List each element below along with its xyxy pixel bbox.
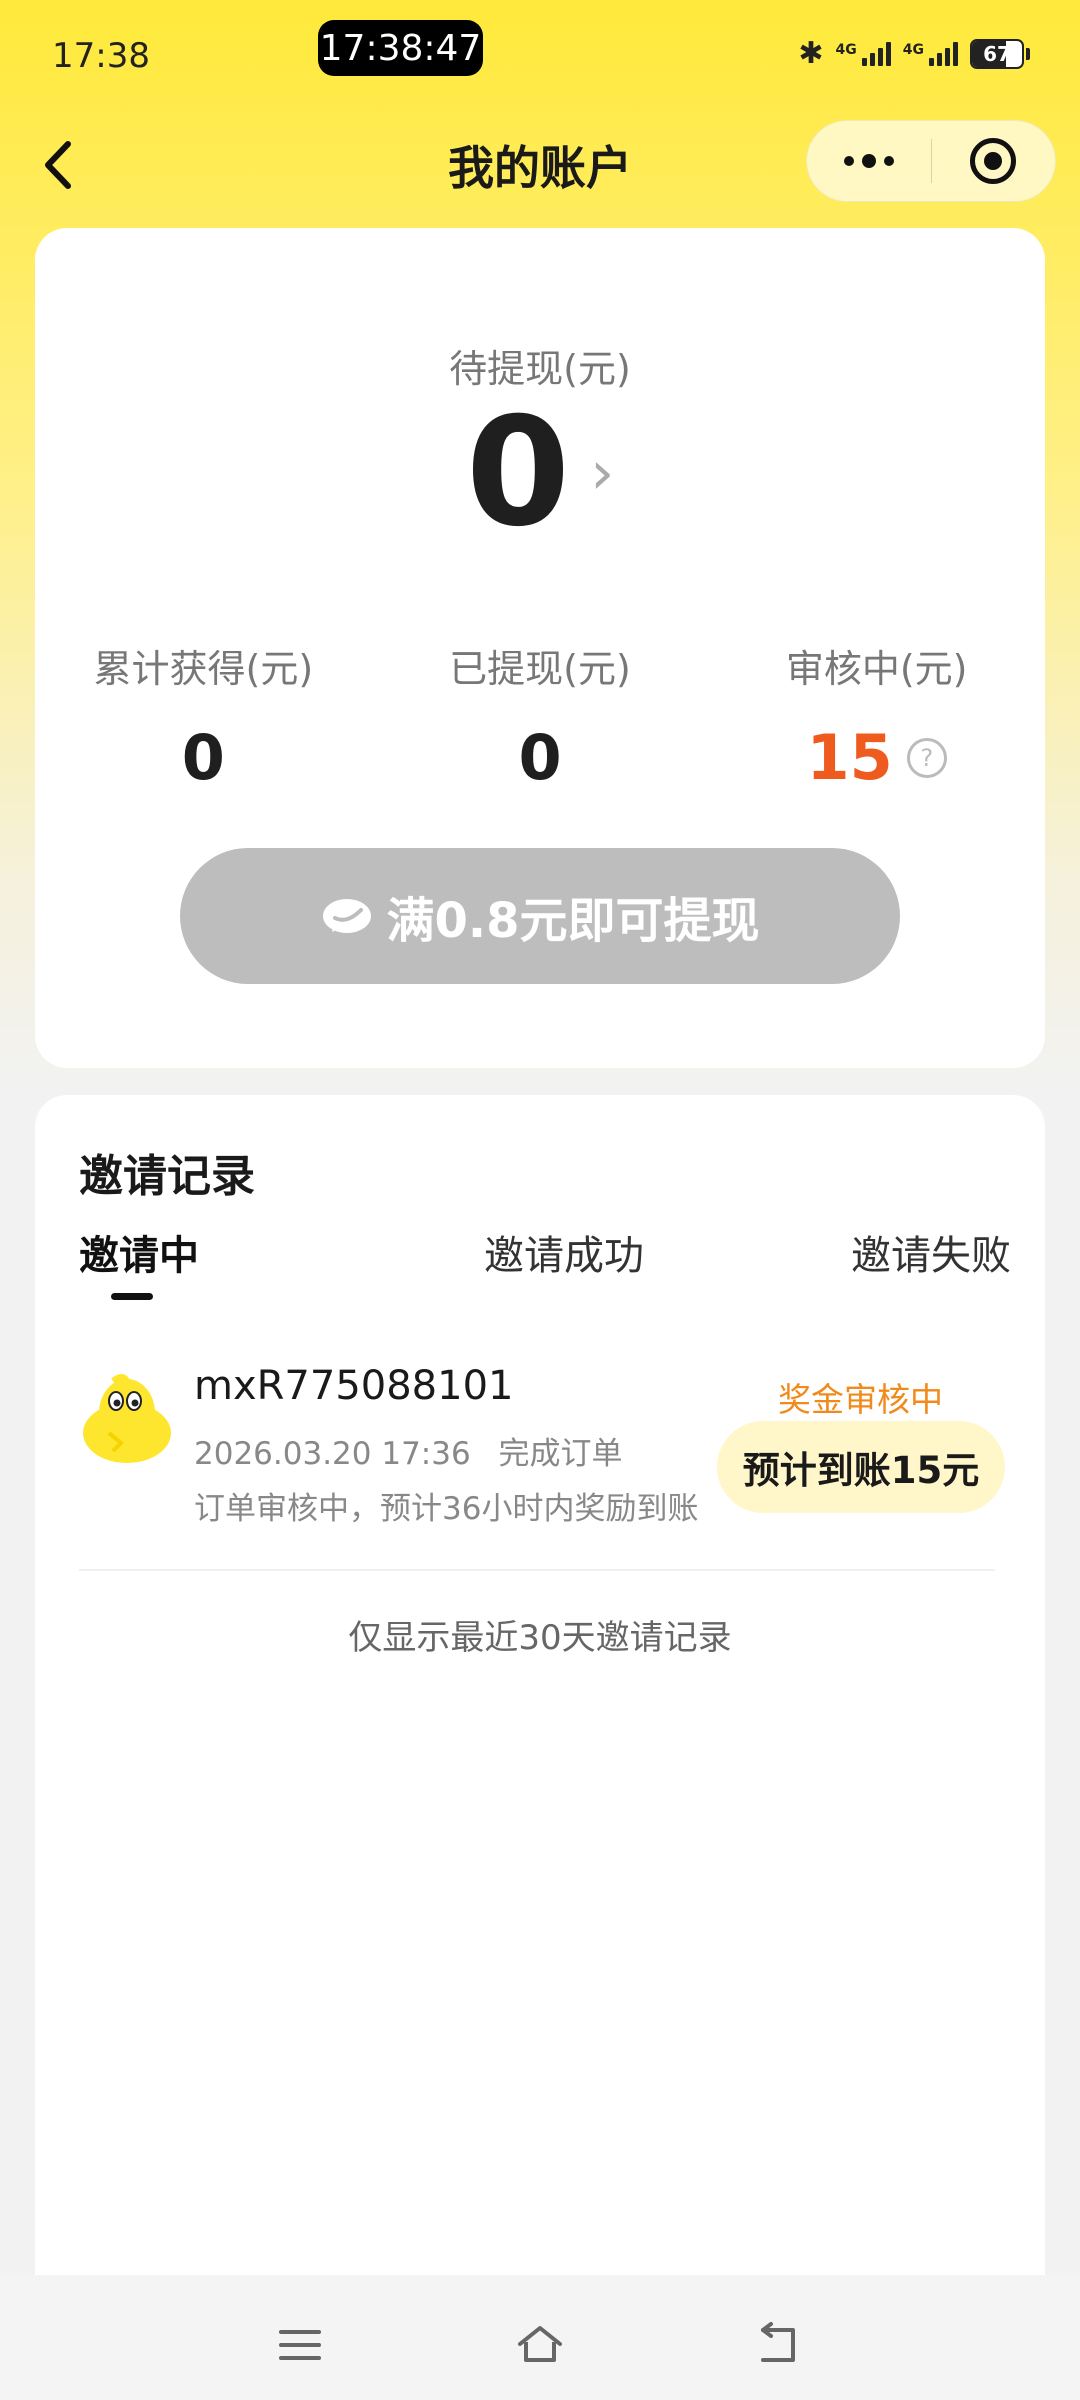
network-type-label-2: 4G bbox=[902, 41, 924, 58]
menu-icon[interactable] bbox=[275, 2320, 325, 2370]
stat-withdrawn: 已提现(元) 0 bbox=[372, 638, 709, 794]
record-action: 完成订单 bbox=[498, 1436, 623, 1472]
stat-label: 累计获得(元) bbox=[93, 647, 314, 691]
divider bbox=[79, 1569, 995, 1571]
signal-icon: 4G bbox=[835, 41, 891, 66]
tab-invite-failed[interactable]: 邀请失败 bbox=[851, 1223, 1011, 1281]
tab-invite-success[interactable]: 邀请成功 bbox=[484, 1223, 644, 1281]
pending-label: 待提现(元) bbox=[449, 347, 631, 391]
signal-icon-2: 4G bbox=[902, 41, 958, 66]
back-arrow-icon[interactable] bbox=[755, 2320, 805, 2370]
record-meta: 2026.03.20 17:36 完成订单 bbox=[194, 1428, 623, 1473]
stat-total-earned: 累计获得(元) 0 bbox=[35, 638, 372, 794]
close-button[interactable] bbox=[932, 120, 1055, 202]
invite-tabs: 邀请中 邀请成功 邀请失败 bbox=[79, 1223, 1011, 1303]
stats-row: 累计获得(元) 0 已提现(元) 0 审核中(元) 15 ? bbox=[35, 638, 1045, 794]
network-type-label: 4G bbox=[835, 41, 857, 58]
more-dot-center bbox=[862, 154, 876, 168]
stat-under-review: 审核中(元) 15 ? bbox=[708, 638, 1045, 794]
invite-records-card: 邀请记录 邀请中 邀请成功 邀请失败 mxR775088101 2026.03.… bbox=[35, 1095, 1045, 2275]
home-icon[interactable] bbox=[515, 2320, 565, 2370]
battery-icon: 67 bbox=[970, 38, 1024, 69]
stat-label: 已提现(元) bbox=[449, 647, 631, 691]
expected-reward-badge: 预计到账15元 bbox=[717, 1421, 1005, 1513]
pending-amount-link[interactable]: 0 › bbox=[35, 398, 1045, 548]
footer-note: 仅显示最近30天邀请记录 bbox=[348, 1618, 732, 1658]
status-clock-pill: 17:38:47 bbox=[318, 20, 483, 76]
withdraw-button-label: 满0.8元即可提现 bbox=[386, 893, 760, 949]
record-note: 订单审核中，预计36小时内奖励到账 bbox=[194, 1491, 699, 1527]
withdraw-button[interactable]: 满0.8元即可提现 bbox=[180, 848, 900, 984]
avatar bbox=[83, 1374, 171, 1463]
system-navigation-bar bbox=[0, 2275, 1080, 2400]
more-dots-icon bbox=[844, 156, 854, 166]
list-item[interactable]: mxR775088101 2026.03.20 17:36 完成订单 订单审核中… bbox=[79, 1353, 1005, 1553]
pending-value: 0 bbox=[465, 386, 571, 560]
stat-value: 15 bbox=[806, 721, 893, 794]
status-indicators: ✱ 4G 4G 67 bbox=[798, 36, 1030, 71]
stat-value-wrap: 15 ? bbox=[807, 721, 947, 794]
chevron-right-icon: › bbox=[590, 438, 615, 508]
stat-label: 审核中(元) bbox=[785, 647, 968, 691]
stat-value: 0 bbox=[518, 721, 562, 794]
more-dot-right bbox=[884, 156, 894, 166]
tab-indicator bbox=[111, 1293, 153, 1300]
section-title: 邀请记录 bbox=[79, 1151, 255, 1202]
more-button[interactable] bbox=[807, 120, 931, 202]
stat-value: 0 bbox=[181, 721, 225, 794]
invitee-username: mxR775088101 bbox=[194, 1363, 514, 1409]
status-time: 17:38 bbox=[52, 36, 150, 76]
wechat-icon bbox=[323, 899, 372, 933]
tab-inviting[interactable]: 邀请中 bbox=[79, 1223, 199, 1281]
record-datetime: 2026.03.20 17:36 bbox=[194, 1436, 471, 1472]
battery-percent: 67 bbox=[983, 41, 1011, 66]
reward-status: 奖金审核中 bbox=[778, 1380, 943, 1419]
bluetooth-icon: ✱ bbox=[798, 36, 824, 71]
help-icon[interactable]: ? bbox=[906, 737, 947, 778]
status-bar: 17:38 17:38:47 ✱ 4G 4G 67 bbox=[0, 0, 1080, 110]
battery-tip bbox=[1026, 47, 1030, 60]
target-close-icon bbox=[970, 138, 1017, 184]
mini-program-capsule bbox=[806, 120, 1056, 202]
balance-card: 待提现(元) 0 › 累计获得(元) 0 已提现(元) 0 审核中(元) 15 … bbox=[35, 228, 1045, 1068]
